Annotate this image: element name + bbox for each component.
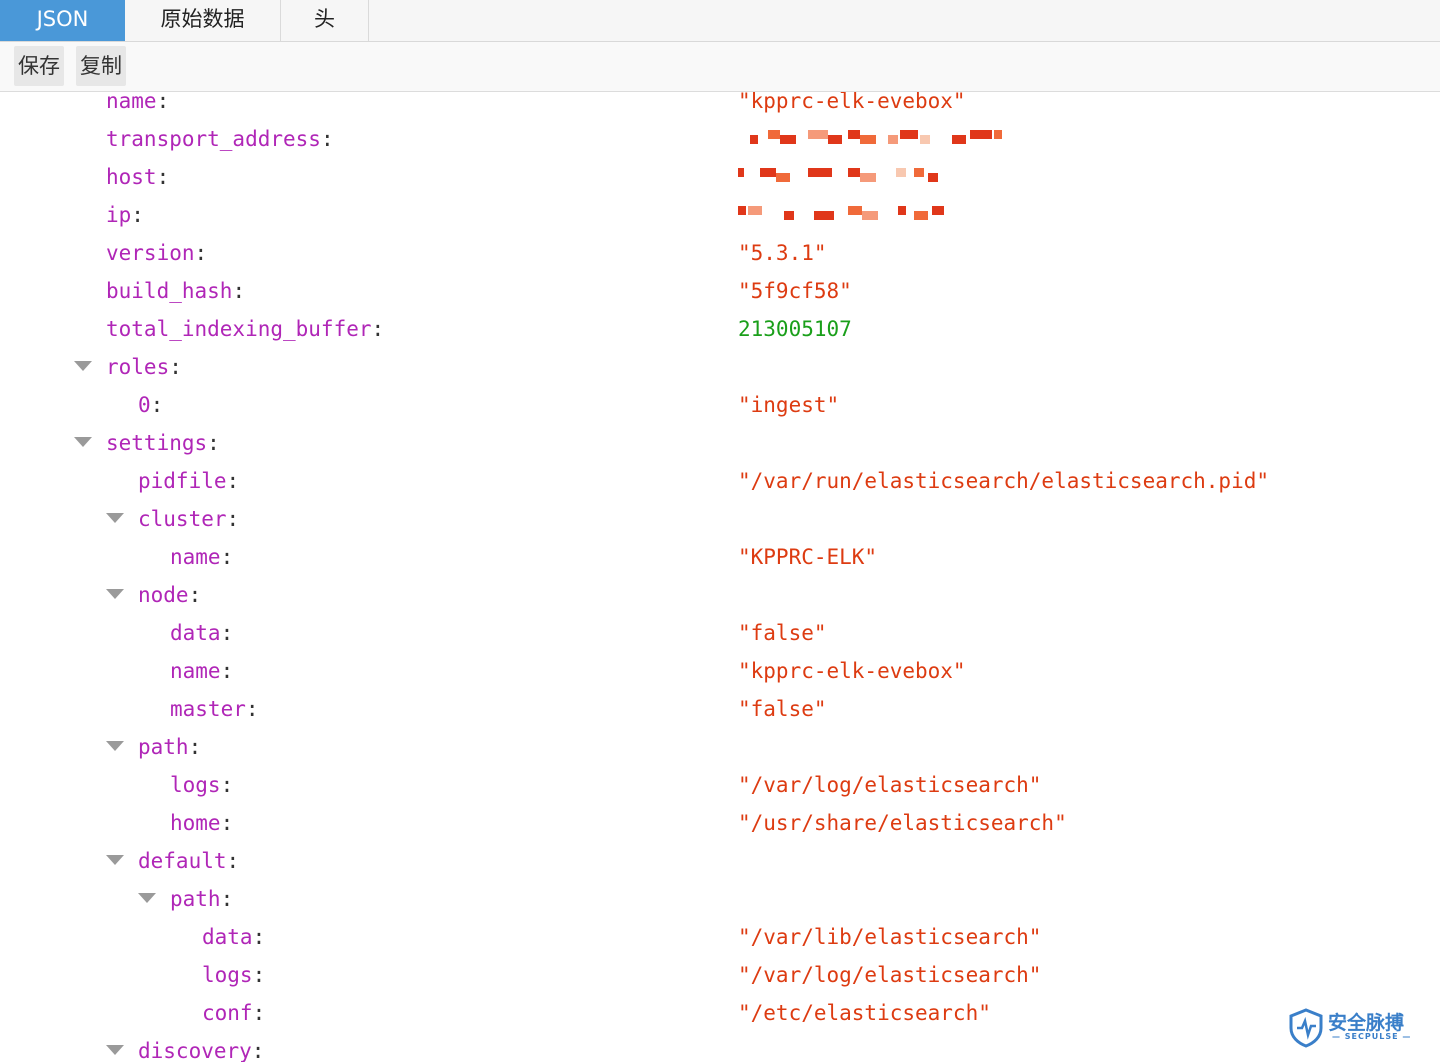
- json-key: 0:: [138, 393, 164, 417]
- json-key: logs:: [170, 773, 234, 797]
- json-value: "kpprc-elk-evebox": [738, 659, 966, 683]
- json-value: "5.3.1": [738, 241, 827, 265]
- tab-headers[interactable]: 头: [281, 0, 369, 41]
- collapse-arrow-icon[interactable]: [138, 893, 156, 903]
- tab-bar: JSON 原始数据 头: [0, 0, 1440, 42]
- json-key[interactable]: roles:: [106, 348, 182, 386]
- collapse-arrow-icon[interactable]: [106, 1045, 124, 1055]
- collapse-arrow-icon[interactable]: [74, 437, 92, 447]
- json-value: 213005107: [738, 317, 852, 341]
- json-key[interactable]: default:: [138, 842, 239, 880]
- json-row: pidfile: "/var/run/elasticsearch/elastic…: [0, 462, 1440, 500]
- json-row: transport_address:: [0, 120, 1440, 158]
- json-value: "/var/lib/elasticsearch": [738, 925, 1042, 949]
- json-row: discovery:: [0, 1032, 1440, 1062]
- json-key: name:: [170, 545, 234, 569]
- json-row: conf: "/etc/elasticsearch": [0, 994, 1440, 1032]
- json-row: name: "KPPRC-ELK": [0, 538, 1440, 576]
- json-key: conf:: [202, 1001, 266, 1025]
- json-key[interactable]: path:: [170, 880, 233, 918]
- json-row: roles:: [0, 348, 1440, 386]
- json-value: "false": [738, 697, 827, 721]
- collapse-arrow-icon[interactable]: [106, 589, 124, 599]
- shield-logo-icon: [1289, 1008, 1323, 1048]
- json-row: master: "false": [0, 690, 1440, 728]
- json-row: settings:: [0, 424, 1440, 462]
- json-key: build_hash:: [106, 279, 246, 303]
- json-key: name:: [170, 659, 234, 683]
- tab-json[interactable]: JSON: [0, 0, 125, 41]
- json-key: pidfile:: [138, 469, 240, 493]
- collapse-arrow-icon[interactable]: [106, 513, 124, 523]
- json-row: total_indexing_buffer: 213005107: [0, 310, 1440, 348]
- json-key: name:: [106, 92, 170, 113]
- json-key: data:: [170, 621, 234, 645]
- json-key[interactable]: cluster:: [138, 500, 239, 538]
- collapse-arrow-icon[interactable]: [106, 855, 124, 865]
- json-row: default:: [0, 842, 1440, 880]
- json-key: data:: [202, 925, 266, 949]
- tab-raw-data[interactable]: 原始数据: [125, 0, 281, 41]
- json-row: build_hash: "5f9cf58": [0, 272, 1440, 310]
- collapse-arrow-icon[interactable]: [74, 361, 92, 371]
- json-row: home: "/usr/share/elasticsearch": [0, 804, 1440, 842]
- json-key[interactable]: settings:: [106, 424, 220, 462]
- watermark-subtitle: — SECPULSE —: [1332, 1032, 1412, 1041]
- json-row: name: "kpprc-elk-evebox": [0, 92, 1440, 120]
- json-key[interactable]: discovery:: [138, 1032, 264, 1062]
- json-row: data: "/var/lib/elasticsearch": [0, 918, 1440, 956]
- json-value: "kpprc-elk-evebox": [738, 92, 966, 113]
- json-key: version:: [106, 241, 208, 265]
- copy-button[interactable]: 复制: [76, 46, 126, 86]
- json-row: 0: "ingest": [0, 386, 1440, 424]
- json-value: "ingest": [738, 393, 840, 417]
- json-value: "/var/run/elasticsearch/elasticsearch.pi…: [738, 469, 1270, 493]
- json-row: data: "false": [0, 614, 1440, 652]
- json-key[interactable]: node:: [138, 576, 201, 614]
- json-row: cluster:: [0, 500, 1440, 538]
- json-viewer: name: "kpprc-elk-evebox" transport_addre…: [0, 92, 1440, 1062]
- save-button[interactable]: 保存: [14, 46, 64, 86]
- json-value: "/var/log/elasticsearch": [738, 773, 1042, 797]
- json-key: transport_address:: [106, 127, 334, 151]
- json-key: host:: [106, 165, 170, 189]
- json-row: path:: [0, 728, 1440, 766]
- json-row: node:: [0, 576, 1440, 614]
- redacted-value: [738, 206, 948, 224]
- json-value: "KPPRC-ELK": [738, 545, 878, 569]
- redacted-value: [738, 130, 1018, 148]
- json-value: "5f9cf58": [738, 279, 852, 303]
- secpulse-watermark: 安全脉搏 — SECPULSE —: [1288, 1006, 1428, 1050]
- json-row: version: "5.3.1": [0, 234, 1440, 272]
- json-row: host:: [0, 158, 1440, 196]
- watermark-title: 安全脉搏: [1328, 1012, 1405, 1034]
- json-row: ip:: [0, 196, 1440, 234]
- json-key: master:: [170, 697, 259, 721]
- toolbar: 保存 复制: [0, 42, 1440, 92]
- json-value: "/var/log/elasticsearch": [738, 963, 1042, 987]
- json-key[interactable]: path:: [138, 728, 201, 766]
- json-value: "false": [738, 621, 827, 645]
- json-key: home:: [170, 811, 234, 835]
- json-key: logs:: [202, 963, 266, 987]
- json-row: logs: "/var/log/elasticsearch": [0, 956, 1440, 994]
- redacted-value: [738, 168, 948, 186]
- json-key: ip:: [106, 203, 144, 227]
- json-value: "/etc/elasticsearch": [738, 1001, 991, 1025]
- json-key: total_indexing_buffer:: [106, 317, 385, 341]
- json-row: name: "kpprc-elk-evebox": [0, 652, 1440, 690]
- json-row: path:: [0, 880, 1440, 918]
- json-row: logs: "/var/log/elasticsearch": [0, 766, 1440, 804]
- collapse-arrow-icon[interactable]: [106, 741, 124, 751]
- json-value: "/usr/share/elasticsearch": [738, 811, 1067, 835]
